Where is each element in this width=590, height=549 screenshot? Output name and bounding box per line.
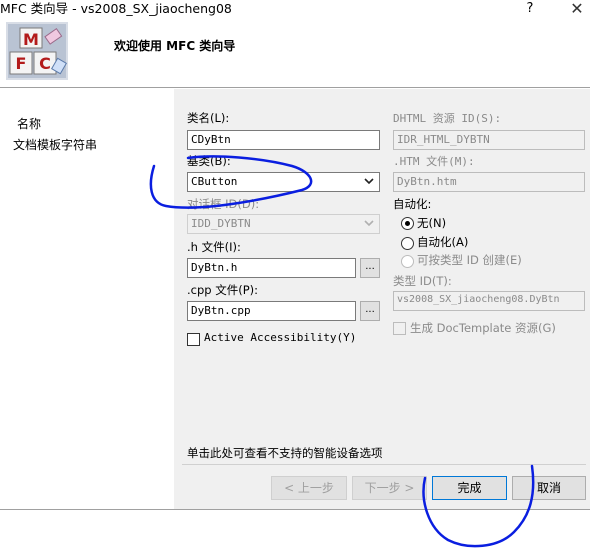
h-file-input[interactable]: DyBtn.h bbox=[187, 258, 356, 278]
smart-device-hint-link[interactable]: 单击此处可查看不支持的智能设备选项 bbox=[187, 445, 383, 461]
doctemplate-label: 生成 DocTemplate 资源(G) bbox=[410, 321, 556, 335]
logo-letter-c: C bbox=[39, 54, 51, 73]
type-id-input: vs2008_SX_jiaocheng08.DyBtn bbox=[393, 291, 585, 311]
automation-none-radio[interactable] bbox=[401, 217, 414, 230]
automation-createable-label: 可按类型 ID 创建(E) bbox=[417, 253, 522, 267]
cpp-file-browse-button[interactable]: ... bbox=[360, 301, 380, 321]
next-button: 下一步 > bbox=[352, 476, 427, 500]
doctemplate-checkbox bbox=[393, 322, 406, 335]
base-class-combo[interactable]: CButton bbox=[187, 172, 380, 192]
active-accessibility-checkbox[interactable] bbox=[187, 333, 200, 346]
nav-item-doc-template-strings[interactable]: 文档模板字符串 bbox=[13, 136, 97, 153]
class-name-label: 类名(L): bbox=[187, 111, 230, 125]
mfc-logo-icon: M F C bbox=[6, 22, 68, 80]
cpp-file-input[interactable]: DyBtn.cpp bbox=[187, 301, 356, 321]
cancel-button[interactable]: 取消 bbox=[512, 476, 586, 500]
htm-file-label: .HTM 文件(M): bbox=[393, 155, 475, 168]
base-class-value: CButton bbox=[191, 175, 238, 188]
dialog-id-combo: IDD_DYBTN bbox=[187, 214, 380, 234]
main-panel: 类名(L): CDyBtn 基类(B): CButton 对话框 ID(D): … bbox=[174, 89, 590, 509]
dialog-id-value: IDD_DYBTN bbox=[191, 217, 251, 230]
automation-automation-radio[interactable] bbox=[401, 237, 414, 250]
banner-title: 欢迎使用 MFC 类向导 bbox=[114, 39, 236, 53]
htm-file-input: DyBtn.htm bbox=[393, 172, 585, 192]
dhtml-id-input: IDR_HTML_DYBTN bbox=[393, 130, 585, 150]
automation-none-label: 无(N) bbox=[417, 216, 447, 230]
wizard-nav: 名称 文档模板字符串 bbox=[0, 89, 174, 509]
finish-button[interactable]: 完成 bbox=[432, 476, 507, 500]
dialog-id-label: 对话框 ID(D): bbox=[187, 197, 260, 211]
chevron-down-icon bbox=[363, 216, 375, 233]
base-class-label: 基类(B): bbox=[187, 154, 231, 168]
automation-label: 自动化: bbox=[393, 197, 432, 211]
active-accessibility-label: Active Accessibility(Y) bbox=[204, 331, 357, 344]
button-divider bbox=[182, 464, 586, 465]
logo-letter-f: F bbox=[16, 54, 27, 73]
logo-letter-m: M bbox=[23, 30, 39, 49]
cpp-file-label: .cpp 文件(P): bbox=[187, 283, 259, 297]
help-icon[interactable]: ? bbox=[520, 0, 540, 20]
title-bar: MFC 类向导 - vs2008_SX_jiaocheng08 ? ✕ bbox=[0, 0, 590, 22]
wizard-banner: M F C 欢迎使用 MFC 类向导 bbox=[0, 22, 590, 88]
window-title: MFC 类向导 - vs2008_SX_jiaocheng08 bbox=[0, 1, 232, 16]
class-name-input[interactable]: CDyBtn bbox=[187, 130, 380, 150]
automation-createable-radio bbox=[401, 255, 414, 268]
h-file-browse-button[interactable]: ... bbox=[360, 258, 380, 278]
window-bottom-edge bbox=[0, 509, 590, 549]
close-icon[interactable]: ✕ bbox=[565, 0, 589, 20]
chevron-down-icon bbox=[363, 174, 375, 191]
previous-button: < 上一步 bbox=[271, 476, 347, 500]
h-file-label: .h 文件(I): bbox=[187, 240, 241, 254]
nav-item-name[interactable]: 名称 bbox=[17, 115, 41, 132]
type-id-label: 类型 ID(T): bbox=[393, 274, 452, 288]
automation-automation-label: 自动化(A) bbox=[417, 235, 469, 249]
dhtml-id-label: DHTML 资源 ID(S): bbox=[393, 112, 502, 125]
